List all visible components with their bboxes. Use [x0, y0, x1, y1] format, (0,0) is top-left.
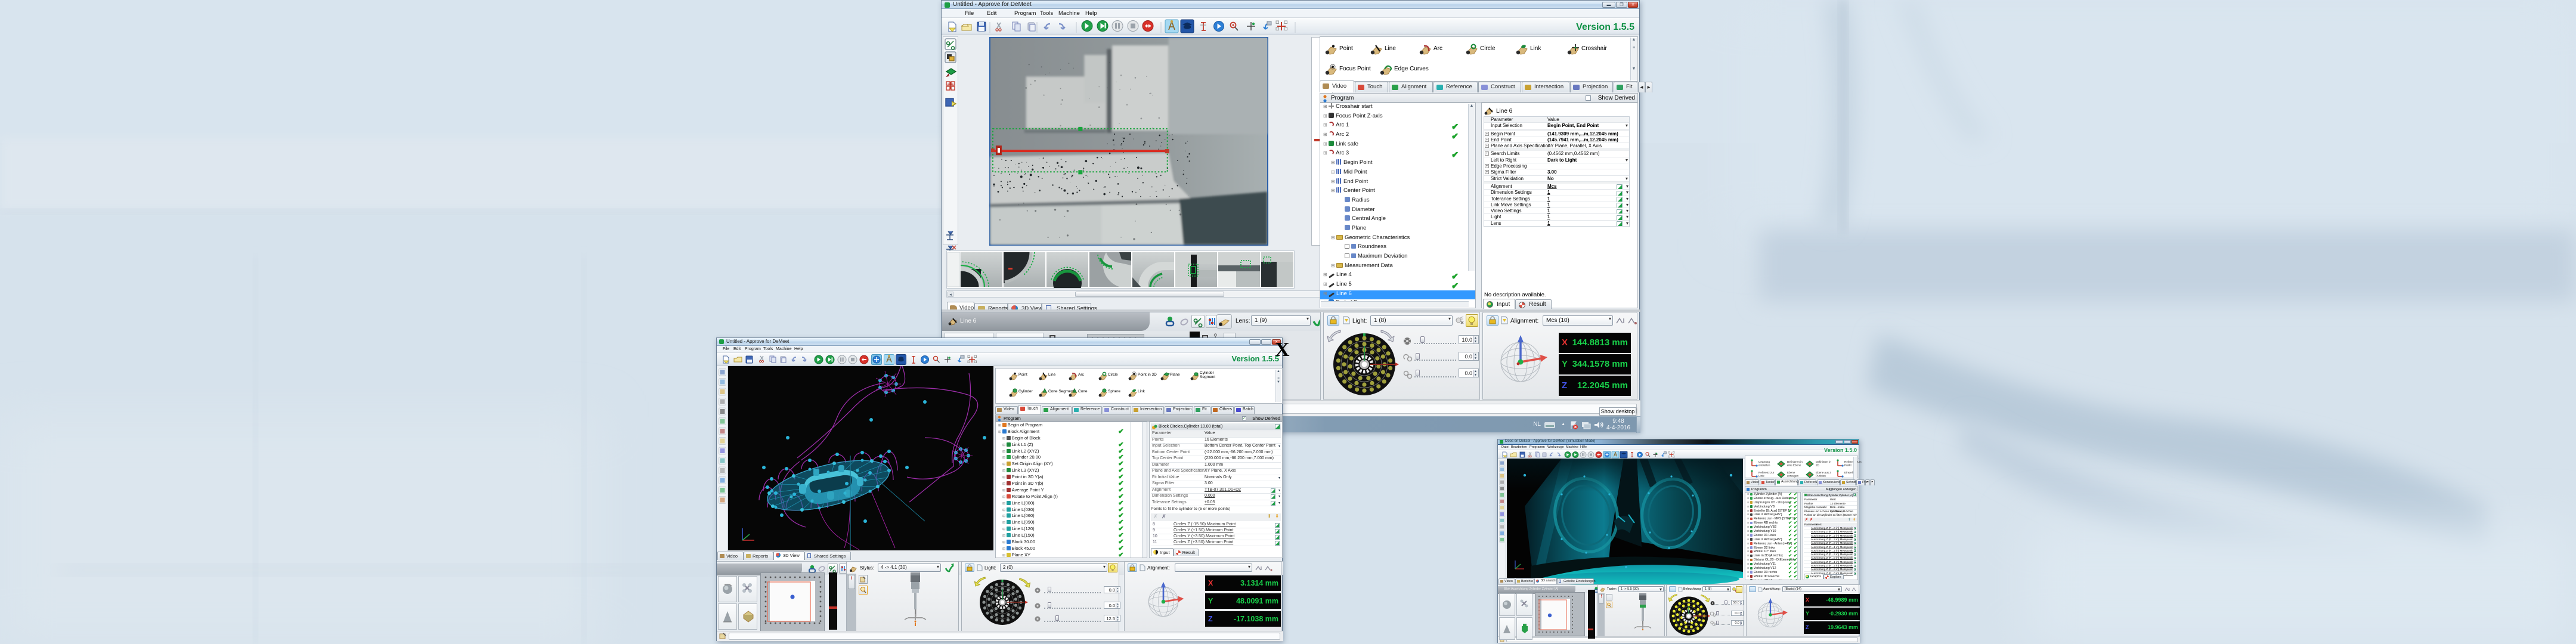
- svg-text:Definieren in: Definieren in: [1787, 460, 1803, 463]
- svg-text:Referenz zur: Referenz zur: [1758, 471, 1775, 474]
- svg-text:einstellen: einstellen: [1758, 464, 1770, 467]
- svg-text:Punkt: Punkt: [1844, 464, 1852, 467]
- svg-text:erzeugen: erzeugen: [1787, 475, 1799, 478]
- svg-text:Definieren in: Definieren in: [1816, 460, 1831, 463]
- svg-text:Linie: Linie: [1758, 475, 1764, 478]
- svg-text:2D: 2D: [1816, 464, 1820, 467]
- svg-text:eine Ebene: eine Ebene: [1787, 464, 1801, 467]
- svg-text:Ebene aus 3: Ebene aus 3: [1816, 471, 1831, 474]
- svg-text:Punkten: Punkten: [1816, 475, 1826, 478]
- svg-text:Ursprung: Ursprung: [1758, 460, 1770, 463]
- svg-text:Ebene: Ebene: [1787, 471, 1795, 474]
